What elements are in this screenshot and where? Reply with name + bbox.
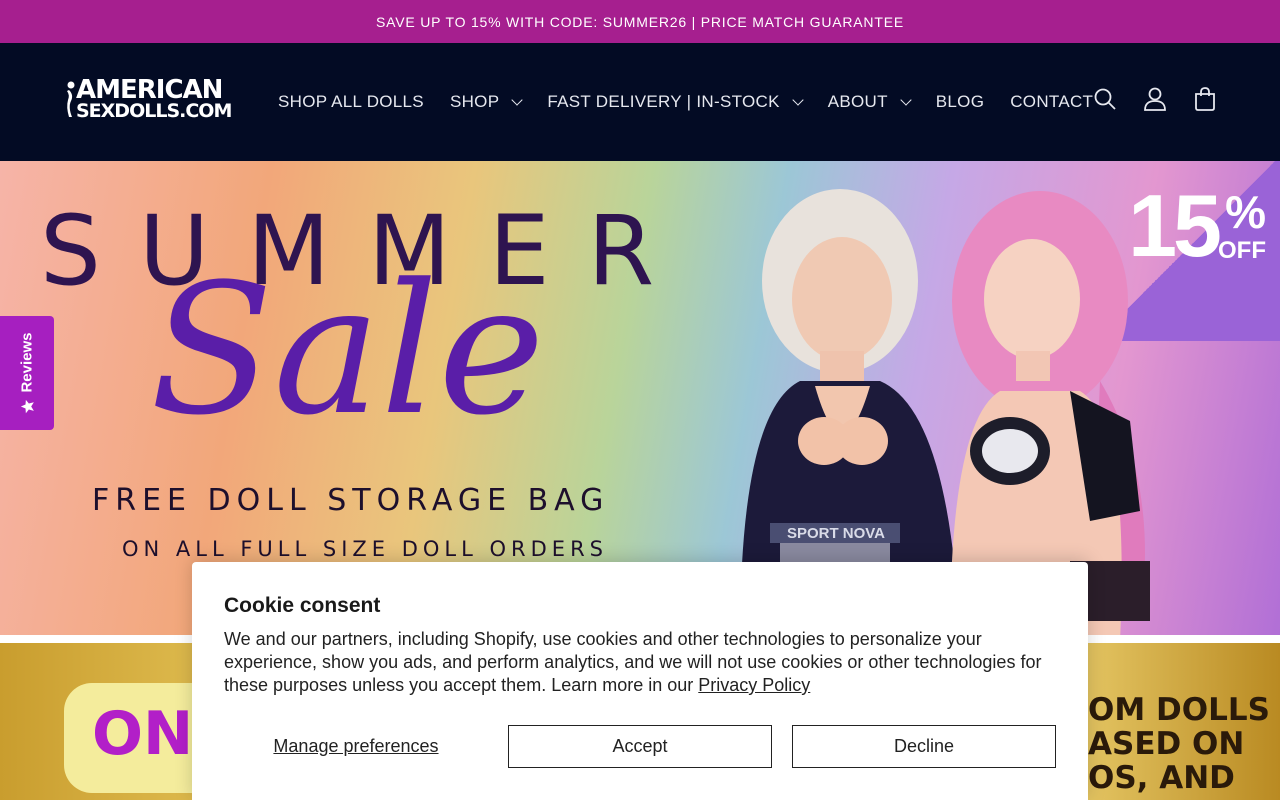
cookie-title: Cookie consent	[224, 594, 381, 617]
announcement-text: SAVE UP TO 15% WITH CODE: SUMMER26 | PRI…	[376, 13, 904, 30]
cookie-body: We and our partners, including Shopify, …	[224, 628, 1056, 697]
nav-contact[interactable]: CONTACT	[1010, 92, 1093, 112]
hero-line-2: ON ALL FULL SIZE DOLL ORDERS	[122, 537, 608, 561]
accept-button[interactable]: Accept	[507, 725, 772, 768]
announcement-bar: SAVE UP TO 15% WITH CODE: SUMMER26 | PRI…	[0, 0, 1280, 43]
decline-button[interactable]: Decline	[791, 725, 1056, 768]
chevron-down-icon	[511, 94, 524, 106]
nav-label: ABOUT	[827, 92, 888, 111]
hero-shirt-text: SPORT NOVA	[787, 525, 885, 542]
nav-blog[interactable]: BLOG	[936, 92, 984, 112]
privacy-policy-link[interactable]: Privacy Policy	[698, 675, 810, 695]
cart-icon[interactable]	[1192, 85, 1218, 113]
manage-preferences-button[interactable]: Manage preferences	[224, 725, 488, 768]
badge-off: OFF	[1218, 237, 1266, 264]
reviews-tab[interactable]: Reviews	[0, 316, 54, 430]
logo-line-2: SEXDOLLS.COM	[76, 100, 232, 122]
site-logo[interactable]: AMERICAN SEXDOLLS.COM	[66, 77, 232, 127]
nav-label: FAST DELIVERY | IN-STOCK	[547, 92, 780, 111]
cookie-body-text: We and our partners, including Shopify, …	[224, 629, 1042, 695]
main-nav: SHOP ALL DOLLS SHOP FAST DELIVERY | IN-S…	[278, 43, 1119, 161]
nav-shop[interactable]: SHOP	[449, 92, 524, 112]
nav-label: BLOG	[935, 92, 985, 111]
cookie-actions: Manage preferences Accept Decline	[224, 725, 1056, 768]
star-icon	[20, 399, 34, 413]
nav-shop-all-dolls[interactable]: SHOP ALL DOLLS	[278, 92, 424, 112]
header-icons	[1092, 85, 1218, 113]
reviews-label: Reviews	[18, 331, 36, 393]
cookie-consent-dialog: Cookie consent We and our partners, incl…	[192, 562, 1088, 800]
logo-figure-icon	[67, 81, 75, 117]
site-header: AMERICAN SEXDOLLS.COM SHOP ALL DOLLS SHO…	[0, 43, 1280, 161]
promo-left-text: ON	[92, 699, 194, 769]
nav-about[interactable]: ABOUT	[827, 92, 912, 112]
search-icon[interactable]	[1092, 85, 1118, 113]
nav-label: CONTACT	[1010, 92, 1094, 111]
hero-script: Sale	[150, 246, 545, 455]
chevron-down-icon	[792, 94, 804, 106]
chevron-down-icon	[900, 94, 912, 106]
hero-line-1: FREE DOLL STORAGE BAG	[92, 483, 610, 518]
nav-fast-delivery[interactable]: FAST DELIVERY | IN-STOCK	[547, 92, 804, 112]
nav-label: SHOP ALL DOLLS	[278, 92, 424, 111]
nav-label: SHOP	[449, 92, 500, 111]
promo-right-text: OM DOLLS ASED ON OS, AND	[1088, 692, 1270, 796]
badge-percent: %	[1225, 186, 1266, 238]
account-icon[interactable]	[1142, 85, 1168, 113]
